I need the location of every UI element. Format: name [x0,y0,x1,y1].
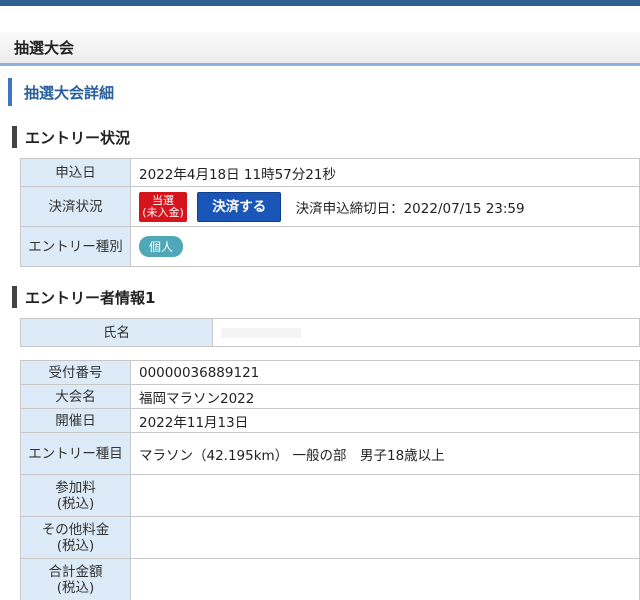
pay-button[interactable]: 決済する [197,191,282,222]
entry-date-value: 2022年4月18日 11時57分21秒 [130,158,640,187]
payment-status-cell: 当選 (未入金) 決済する 決済申込締切日：2022/07/15 23:59 [130,186,640,227]
entrant-detail-table: 受付番号 00000036889121 大会名 福岡マラソン2022 開催日 2… [20,360,640,600]
table-row: エントリー種目 マラソン（42.195km） 一般の部 男子18歳以上 [20,432,640,475]
detail-title: 抽選大会詳細 [8,78,114,106]
status-badge: 当選 (未入金) [139,191,187,222]
section-header-title: 抽選大会 [14,39,75,57]
total-amount [130,558,640,600]
entry-type-cell: 個人 [130,226,640,267]
row-label: 申込日 [20,158,131,187]
table-row: その他料金 (税込) [20,516,640,559]
badge-line2: (未入金) [142,205,184,219]
entry-fee [130,474,640,517]
row-label: 受付番号 [20,360,131,385]
entrant-info-heading: エントリー者情報1 [12,286,155,308]
table-row: 合計金額 (税込) [20,558,640,600]
row-label: 開催日 [20,408,131,433]
row-label: 参加料 (税込) [20,474,131,517]
receipt-number: 00000036889121 [130,360,640,385]
payment-deadline: 決済申込締切日：2022/07/15 23:59 [295,200,525,217]
table-row: 受付番号 00000036889121 [20,360,640,385]
other-fees [130,516,640,559]
name-label: 氏名 [20,318,213,347]
table-row: エントリー種別 個人 [20,226,640,267]
event-date: 2022年11月13日 [130,408,640,433]
row-label: エントリー種別 [20,226,131,267]
section-header: 抽選大会 [0,32,640,66]
top-spacer [0,6,640,30]
entry-status-heading: エントリー状況 [12,126,130,148]
event-name: 福岡マラソン2022 [130,384,640,409]
entry-type-pill: 個人 [139,236,184,257]
redacted-name [221,327,301,338]
row-label: 大会名 [20,384,131,409]
table-row: 決済状況 当選 (未入金) 決済する 決済申込締切日：2022/07/15 23… [20,186,640,227]
entry-status-table: 申込日 2022年4月18日 11時57分21秒 決済状況 当選 (未入金) 決… [20,158,640,267]
name-value [212,318,640,347]
table-row: 大会名 福岡マラソン2022 [20,384,640,409]
entrant-name-table: 氏名 [20,318,640,347]
table-row: 申込日 2022年4月18日 11時57分21秒 [20,158,640,187]
table-row: 参加料 (税込) [20,474,640,517]
row-label: その他料金 (税込) [20,516,131,559]
table-row: 開催日 2022年11月13日 [20,408,640,433]
row-label: エントリー種目 [20,432,131,475]
row-label: 合計金額 (税込) [20,558,131,600]
row-label: 決済状況 [20,186,131,227]
table-row: 氏名 [20,318,640,347]
entry-category: マラソン（42.195km） 一般の部 男子18歳以上 [130,432,640,475]
